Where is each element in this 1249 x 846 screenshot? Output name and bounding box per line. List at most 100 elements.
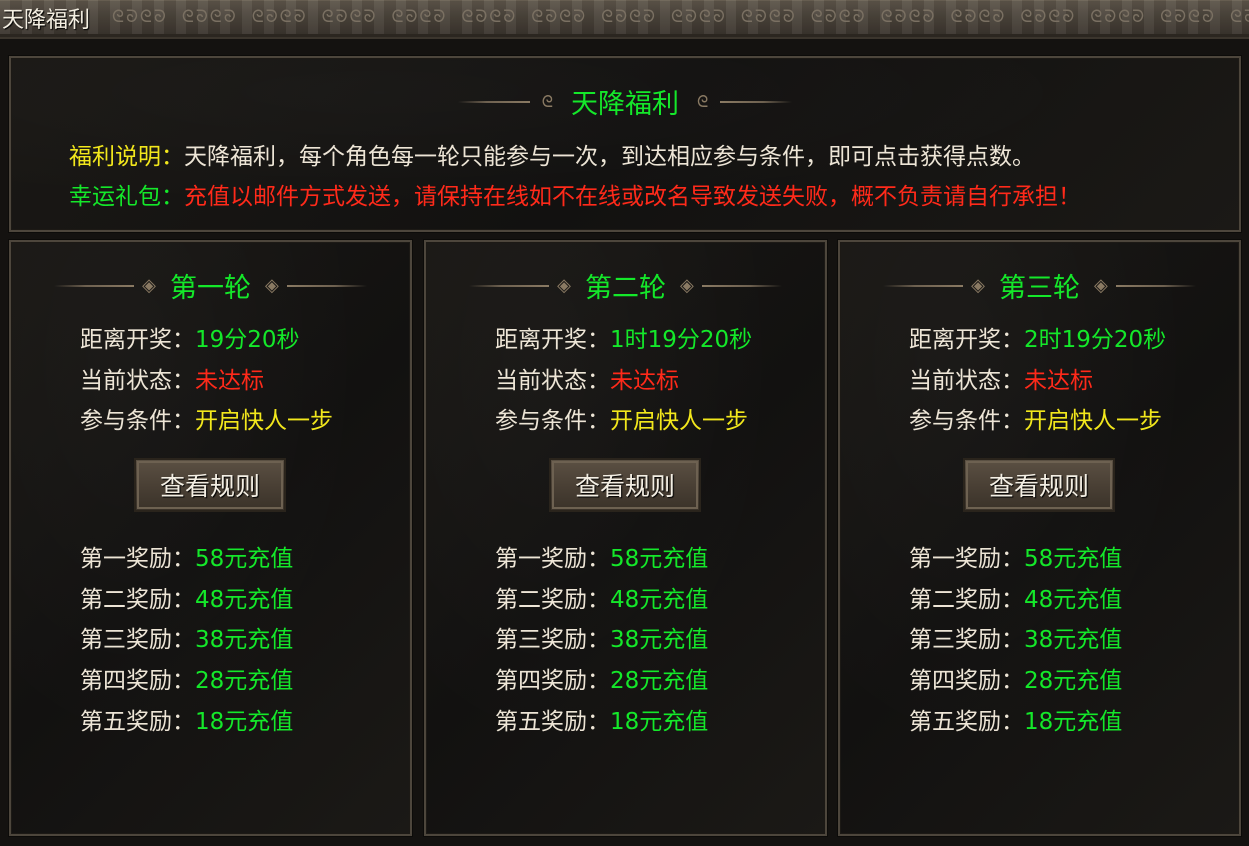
reward-value: 58元充值 [195,546,294,572]
countdown-label: 距离开奖： [909,327,1024,353]
round-panel-1: ◈ 第一轮 ◈ 距离开奖：19分20秒 当前状态：未达标 参与条件：开启快人一步… [9,240,412,836]
round-panel-3: ◈ 第三轮 ◈ 距离开奖：2时19分20秒 当前状态：未达标 参与条件：开启快人… [838,240,1241,836]
reward-row: 第五奖励：18元充值 [495,702,708,736]
description-label: 福利说明： [69,144,184,170]
heading-line-left [883,284,964,287]
reward-value: 28元充值 [610,668,709,694]
condition-row: 参与条件：开启快人一步 [80,401,333,435]
reward-row: 第二奖励：48元充值 [909,580,1122,614]
condition-value: 开启快人一步 [1024,408,1162,434]
heading-line-right [701,284,782,287]
reward-row: 第一奖励：58元充值 [909,539,1122,573]
diamond-icon: ◈ [142,275,156,296]
heading-line-right [720,100,793,103]
reward-value: 48元充值 [195,587,294,613]
reward-label: 第一奖励： [80,546,195,572]
countdown-value: 2时19分20秒 [1024,327,1167,353]
round-title: 第一轮 [170,273,251,304]
reward-row: 第五奖励：18元充值 [909,702,1122,736]
reward-value: 58元充值 [1024,546,1123,572]
reward-value: 18元充值 [1024,709,1123,735]
reward-label: 第五奖励： [495,709,610,735]
reward-label: 第三奖励： [80,627,195,653]
round-title: 第三轮 [999,273,1080,304]
window-title-bar: 天降福利 ᘓᘐᘓᘐ ᘓᘐᘓᘐ ᘓᘐᘓᘐ ᘓᘐᘓᘐ ᘓᘐᘓᘐ ᘓᘐᘓᘐ ᘓᘐᘓᘐ ᘓᘐᘓᘐ ᘓᘐᘓ… [0,0,1249,37]
gift-text: 充值以邮件方式发送，请保持在线如不在线或改名导致发送失败，概不负责请自行承担！ [184,184,1081,210]
countdown-label: 距离开奖： [495,327,610,353]
reward-value: 38元充值 [195,627,294,653]
reward-label: 第一奖励： [909,546,1024,572]
status-label: 当前状态： [495,368,610,394]
reward-value: 28元充值 [1024,668,1123,694]
title-divider [0,37,1249,39]
status-label: 当前状态： [909,368,1024,394]
reward-value: 18元充值 [610,709,709,735]
countdown-value: 1时19分20秒 [610,327,753,353]
reward-value: 38元充值 [1024,627,1123,653]
condition-label: 参与条件： [495,408,610,434]
welfare-description: 福利说明：天降福利，每个角色每一轮只能参与一次，到达相应参与条件，即可点击获得点… [69,137,1035,171]
round-heading: ◈ 第一轮 ◈ [11,266,410,305]
description-text: 天降福利，每个角色每一轮只能参与一次，到达相应参与条件，即可点击获得点数。 [184,144,1035,170]
scroll-pattern-icon: ᘓᘐᘓᘐ ᘓᘐᘓᘐ ᘓᘐᘓᘐ ᘓᘐᘓᘐ ᘓᘐᘓᘐ ᘓᘐᘓᘐ ᘓᘐᘓᘐ ᘓᘐᘓᘐ ᘓᘐᘓᘐ ᘓᘐᘓᘐ… [112,7,1249,27]
welfare-description-panel: ᘓ 天降福利 ᘓ 福利说明：天降福利，每个角色每一轮只能参与一次，到达相应参与条… [9,56,1241,232]
reward-row: 第一奖励：58元充值 [495,539,708,573]
view-rules-button[interactable]: 查看规则 [134,458,286,512]
reward-row: 第四奖励：28元充值 [495,661,708,695]
heading-line-left [469,284,550,287]
reward-label: 第五奖励： [909,709,1024,735]
countdown-row: 距离开奖：19分20秒 [80,320,300,354]
heading-line-right [1115,284,1196,287]
gift-label: 幸运礼包： [69,184,184,210]
diamond-icon: ◈ [971,275,985,296]
condition-row: 参与条件：开启快人一步 [909,401,1162,435]
reward-row: 第四奖励：28元充值 [80,661,293,695]
reward-row: 第四奖励：28元充值 [909,661,1122,695]
diamond-icon: ◈ [680,275,694,296]
heading-line-left [54,284,135,287]
reward-value: 48元充值 [1024,587,1123,613]
swirl-icon: ᘓ [697,91,709,111]
reward-label: 第五奖励： [80,709,195,735]
reward-label: 第四奖励： [909,668,1024,694]
reward-row: 第三奖励：38元充值 [909,620,1122,654]
view-rules-button[interactable]: 查看规则 [963,458,1115,512]
condition-label: 参与条件： [80,408,195,434]
heading-line-left [457,100,530,103]
reward-value: 28元充值 [195,668,294,694]
diamond-icon: ◈ [265,275,279,296]
status-row: 当前状态：未达标 [495,361,679,395]
panel-heading: ᘓ 天降福利 ᘓ [11,82,1239,121]
reward-value: 18元充值 [195,709,294,735]
status-row: 当前状态：未达标 [80,361,264,395]
status-label: 当前状态： [80,368,195,394]
status-value: 未达标 [610,368,679,394]
view-rules-button[interactable]: 查看规则 [549,458,701,512]
reward-row: 第二奖励：48元充值 [495,580,708,614]
reward-label: 第二奖励： [495,587,610,613]
condition-value: 开启快人一步 [195,408,333,434]
countdown-label: 距离开奖： [80,327,195,353]
reward-label: 第一奖励： [495,546,610,572]
countdown-row: 距离开奖：1时19分20秒 [495,320,752,354]
reward-label: 第四奖励： [495,668,610,694]
round-panel-2: ◈ 第二轮 ◈ 距离开奖：1时19分20秒 当前状态：未达标 参与条件：开启快人… [424,240,827,836]
condition-label: 参与条件： [909,408,1024,434]
reward-label: 第二奖励： [909,587,1024,613]
reward-value: 58元充值 [610,546,709,572]
diamond-icon: ◈ [1094,275,1108,296]
condition-row: 参与条件：开启快人一步 [495,401,748,435]
reward-row: 第一奖励：58元充值 [80,539,293,573]
reward-row: 第五奖励：18元充值 [80,702,293,736]
reward-label: 第四奖励： [80,668,195,694]
reward-label: 第三奖励： [909,627,1024,653]
status-row: 当前状态：未达标 [909,361,1093,395]
condition-value: 开启快人一步 [610,408,748,434]
panel-title: 天降福利 [571,89,679,120]
countdown-row: 距离开奖：2时19分20秒 [909,320,1166,354]
round-heading: ◈ 第三轮 ◈ [840,266,1239,305]
window-title: 天降福利 [2,8,91,33]
reward-value: 38元充值 [610,627,709,653]
reward-row: 第三奖励：38元充值 [80,620,293,654]
swirl-icon: ᘓ [541,91,553,111]
